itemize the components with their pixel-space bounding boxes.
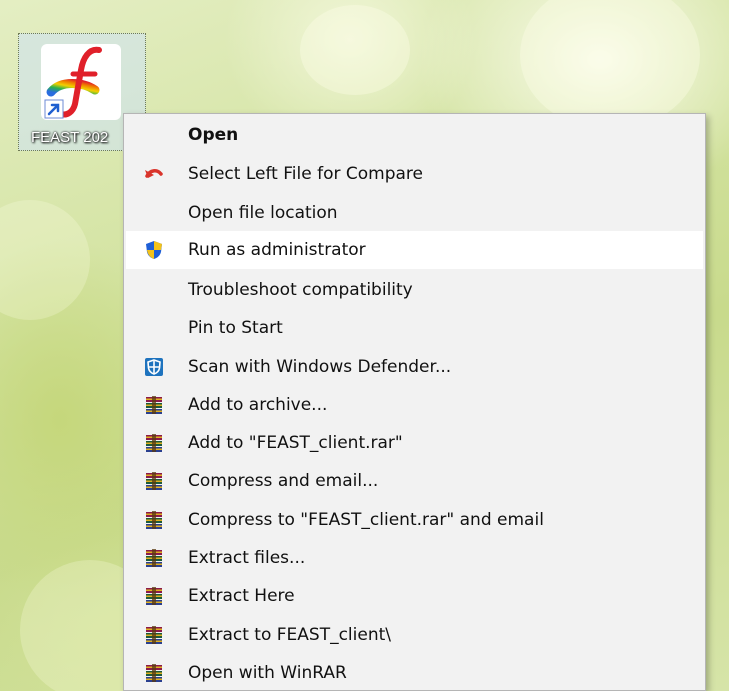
menu-item-open-with-winrar[interactable]: Open with WinRAR xyxy=(126,654,703,691)
menu-item-extract-files[interactable]: Extract files... xyxy=(126,539,703,577)
feast-app-icon xyxy=(41,44,121,120)
menu-item-label: Add to archive... xyxy=(188,395,328,415)
menu-item-label: Select Left File for Compare xyxy=(188,164,423,184)
menu-item-label: Open xyxy=(188,125,239,145)
menu-item-label: Extract Here xyxy=(188,586,295,606)
menu-item-label: Compress to "FEAST_client.rar" and email xyxy=(188,510,544,530)
menu-item-label: Open file location xyxy=(188,203,338,223)
winrar-icon xyxy=(144,586,164,606)
winrar-icon xyxy=(144,471,164,491)
winrar-icon xyxy=(144,433,164,453)
menu-item-label: Troubleshoot compatibility xyxy=(188,280,413,300)
menu-item-label: Open with WinRAR xyxy=(188,663,347,683)
menu-item-open[interactable]: Open xyxy=(126,116,703,154)
winrar-icon xyxy=(144,625,164,645)
menu-item-label: Compress and email... xyxy=(188,471,379,491)
menu-item-label: Extract to FEAST_client\ xyxy=(188,625,392,645)
desktop: FEAST 202 Open Select Left File for Comp… xyxy=(0,0,729,691)
menu-item-scan-defender[interactable]: Scan with Windows Defender... xyxy=(126,348,703,386)
menu-item-extract-here[interactable]: Extract Here xyxy=(126,577,703,615)
menu-item-select-left-compare[interactable]: Select Left File for Compare xyxy=(126,155,703,193)
winrar-icon xyxy=(144,548,164,568)
winrar-icon xyxy=(144,395,164,415)
menu-item-pin-to-start[interactable]: Pin to Start xyxy=(126,309,703,347)
menu-item-compress-and-email[interactable]: Compress and email... xyxy=(126,462,703,500)
menu-item-compress-rar-email[interactable]: Compress to "FEAST_client.rar" and email xyxy=(126,501,703,539)
menu-item-label: Run as administrator xyxy=(188,240,366,260)
shortcut-label: FEAST 202 xyxy=(31,129,109,146)
undo-arrow-icon xyxy=(144,164,164,184)
context-menu: Open Select Left File for Compare Open f… xyxy=(123,113,706,691)
menu-item-add-to-archive[interactable]: Add to archive... xyxy=(126,386,703,424)
winrar-icon xyxy=(144,663,164,683)
menu-item-run-as-administrator[interactable]: Run as administrator xyxy=(126,231,703,269)
menu-item-open-file-location[interactable]: Open file location xyxy=(126,194,703,232)
defender-icon xyxy=(144,357,164,377)
winrar-icon xyxy=(144,510,164,530)
menu-item-troubleshoot-compatibility[interactable]: Troubleshoot compatibility xyxy=(126,271,703,309)
menu-item-label: Add to "FEAST_client.rar" xyxy=(188,433,403,453)
menu-item-label: Pin to Start xyxy=(188,318,283,338)
menu-item-label: Extract files... xyxy=(188,548,306,568)
menu-item-label: Scan with Windows Defender... xyxy=(188,357,452,377)
menu-item-add-to-rar[interactable]: Add to "FEAST_client.rar" xyxy=(126,424,703,462)
uac-shield-icon xyxy=(144,240,164,260)
menu-item-extract-to-folder[interactable]: Extract to FEAST_client\ xyxy=(126,616,703,654)
